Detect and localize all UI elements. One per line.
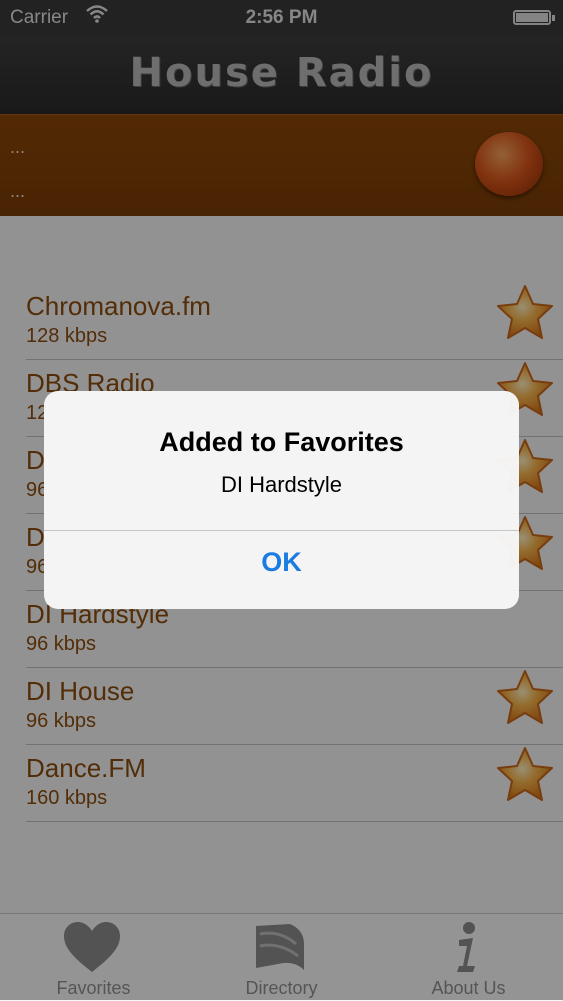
alert-dialog: Added to Favorites DI Hardstyle OK [44, 391, 519, 609]
alert-title: Added to Favorites [159, 427, 404, 457]
ok-button[interactable]: OK [44, 531, 519, 609]
alert-message: DI Hardstyle [220, 472, 343, 497]
